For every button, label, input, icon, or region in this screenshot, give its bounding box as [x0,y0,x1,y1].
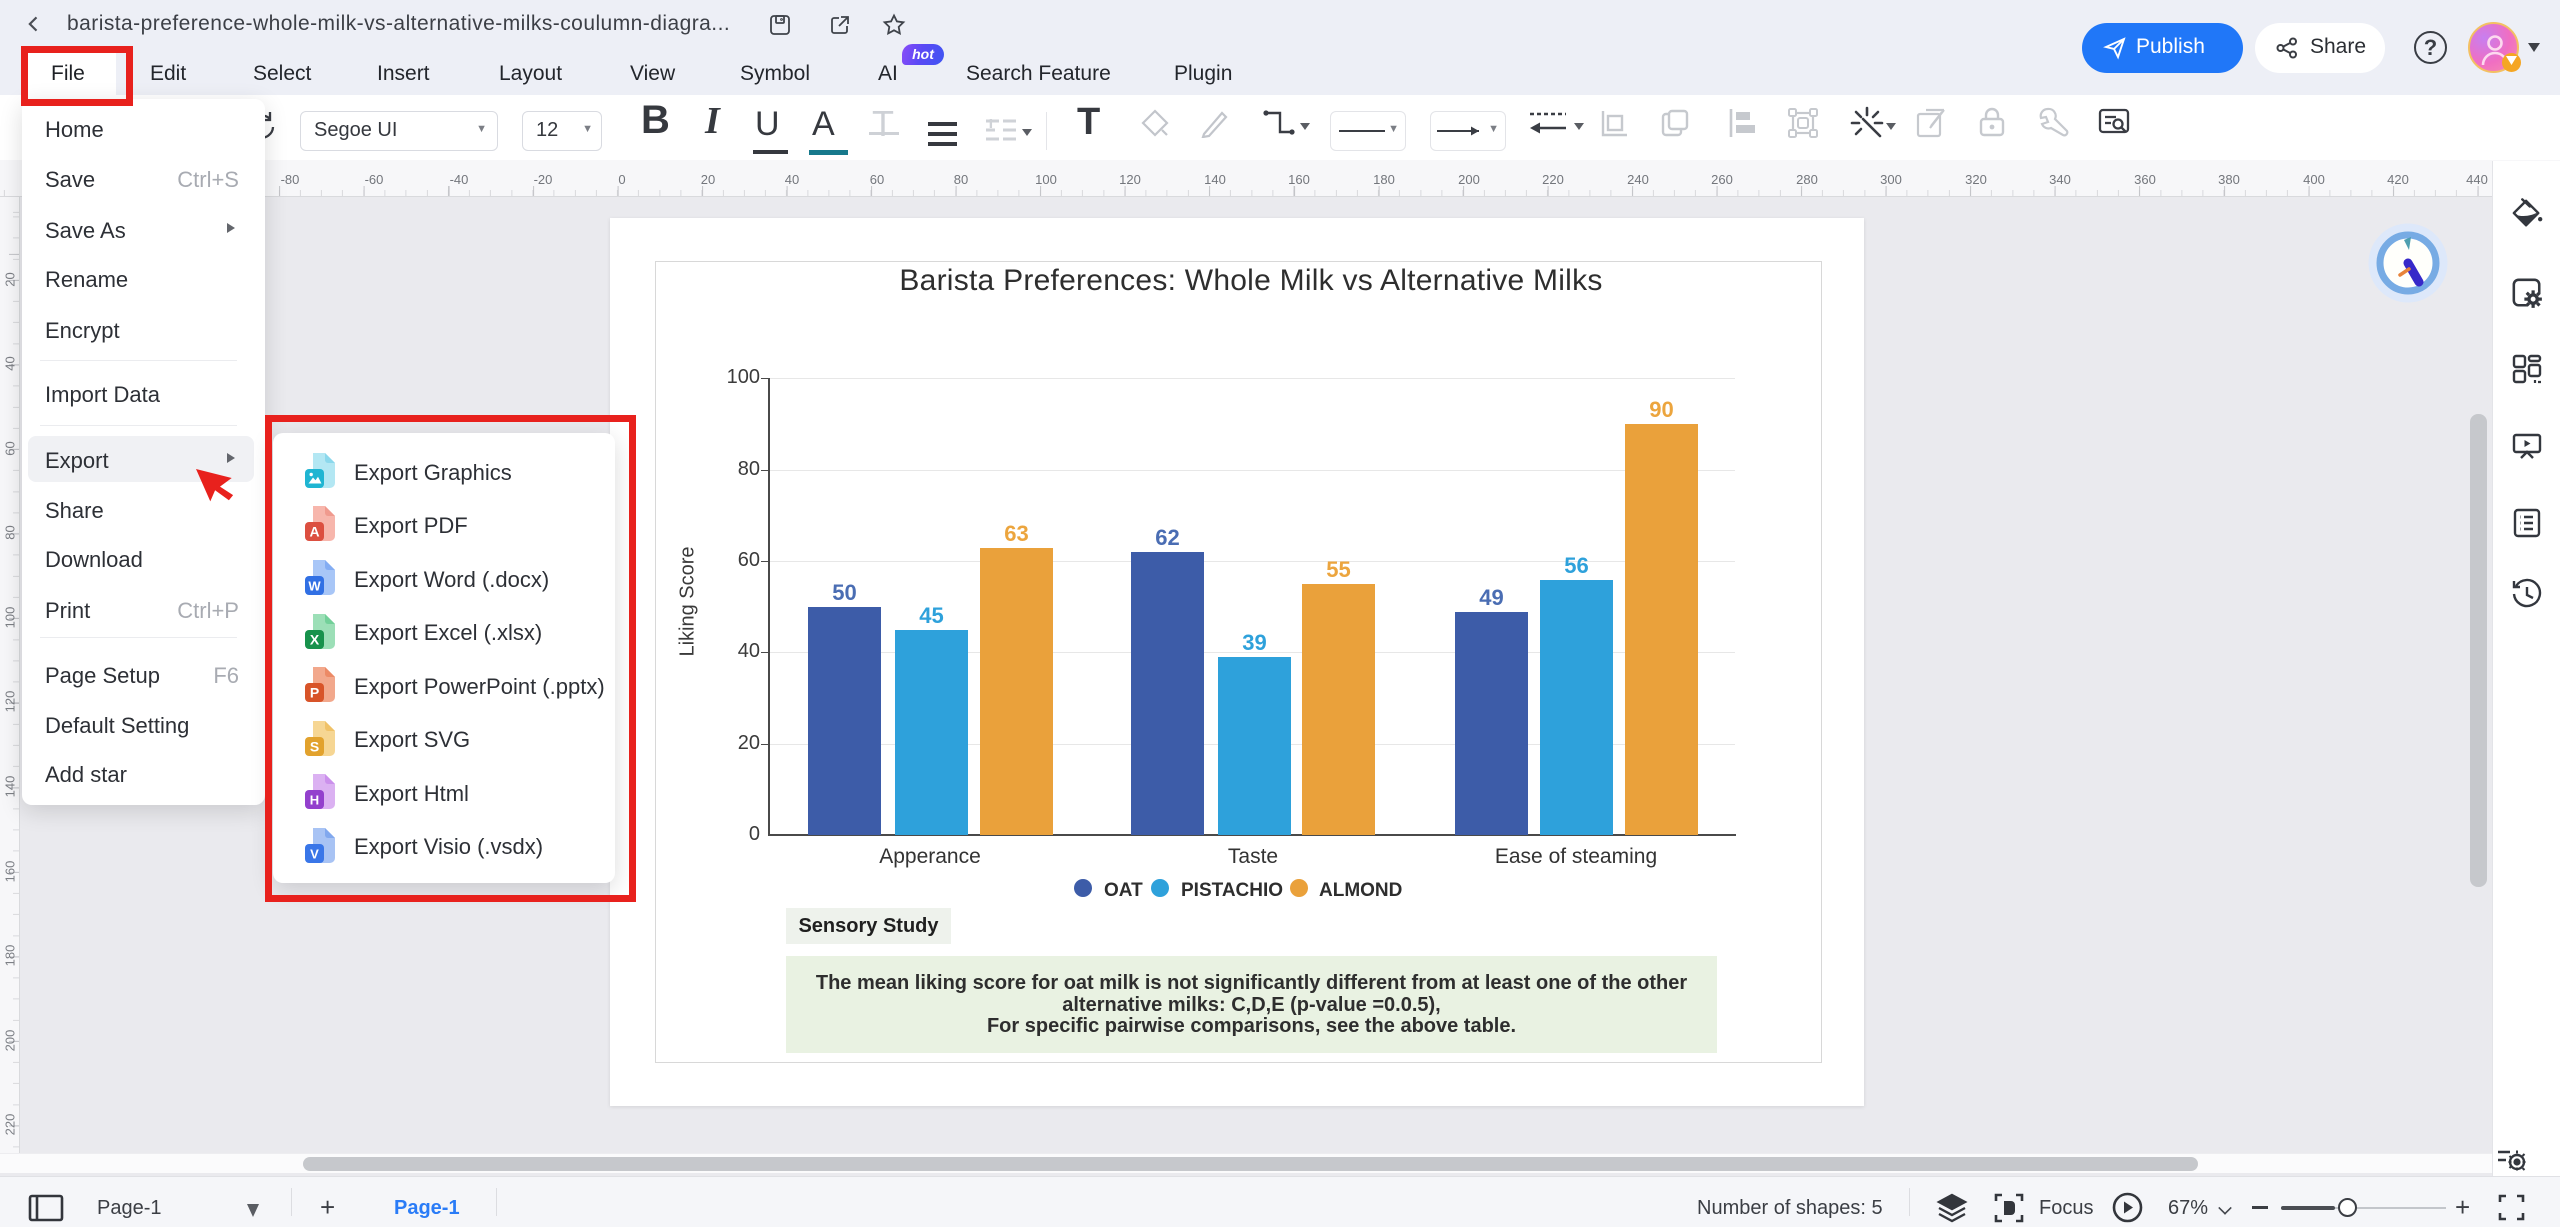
svg-text:T: T [986,119,996,132]
